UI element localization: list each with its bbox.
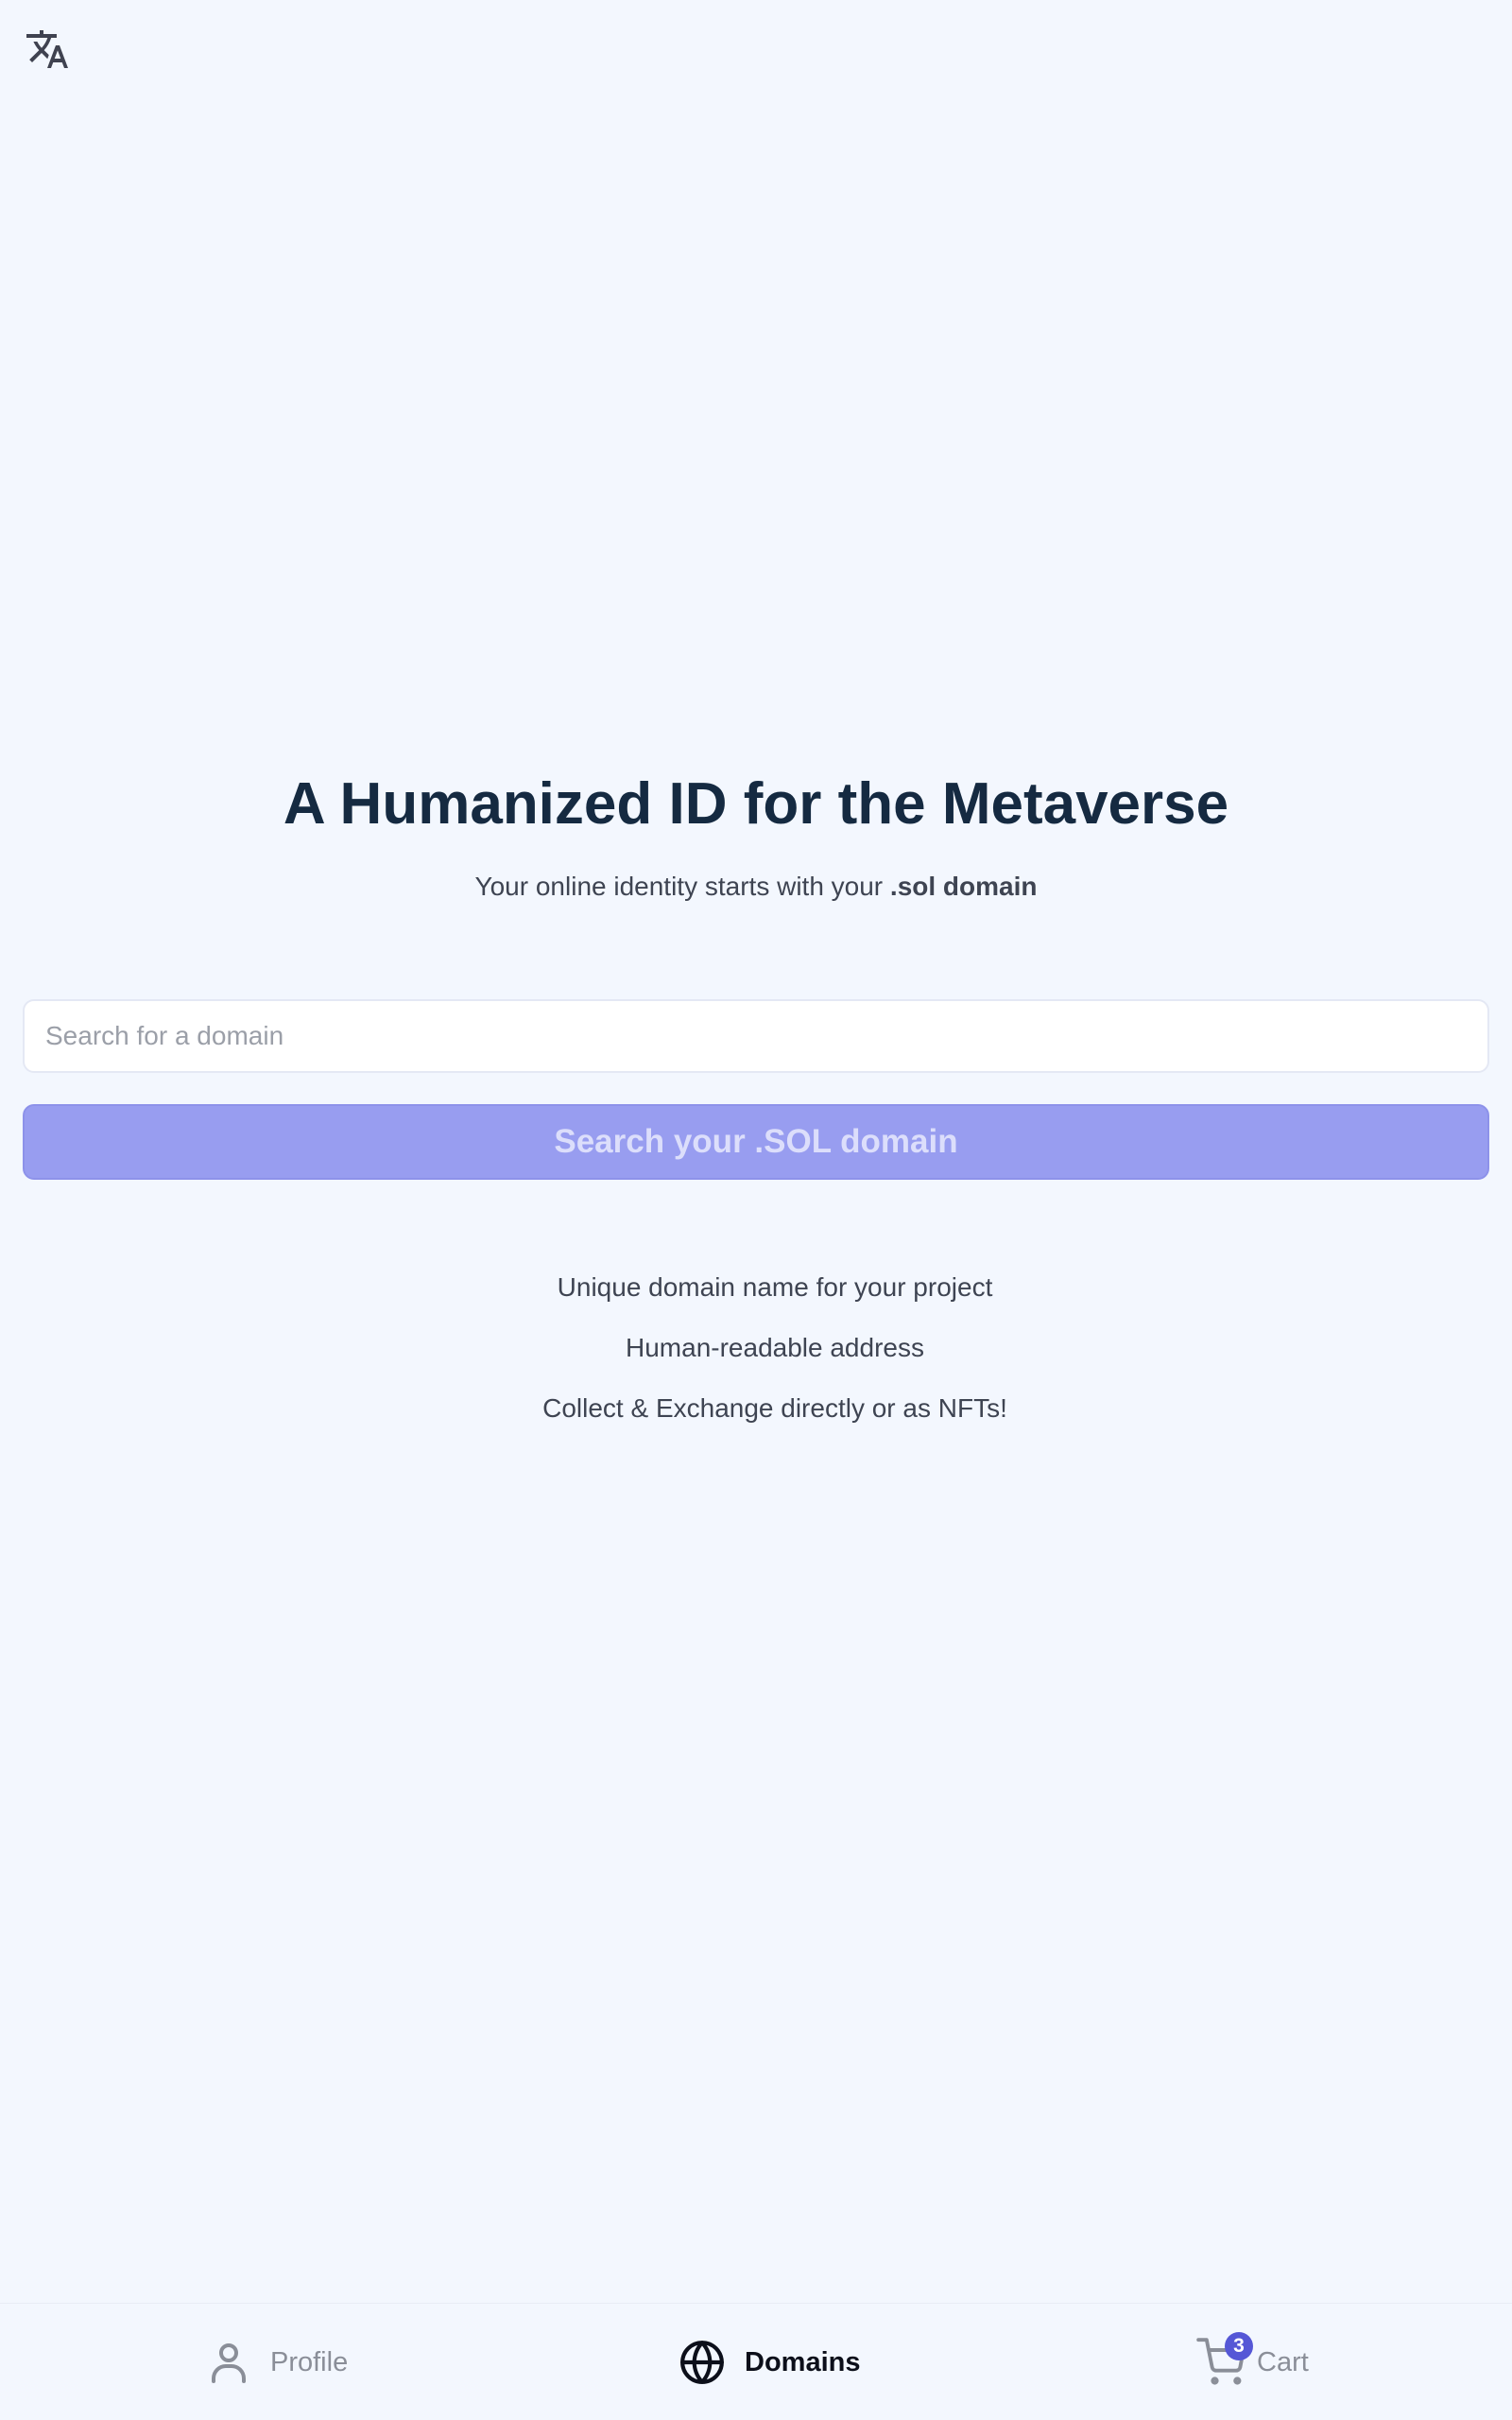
translate-icon: [26, 30, 68, 68]
nav-label-cart: Cart: [1257, 2346, 1309, 2377]
subtitle-text: Your online identity starts with your: [474, 872, 890, 901]
nav-item-domains[interactable]: Domains: [679, 2304, 860, 2420]
hero-subtitle: Your online identity starts with your .s…: [0, 872, 1512, 902]
nav-label-profile: Profile: [270, 2346, 349, 2377]
globe-icon: [679, 2339, 726, 2386]
page-title: A Humanized ID for the Metaverse: [283, 771, 1229, 837]
cart-icon: 3: [1196, 2332, 1253, 2387]
subtitle-highlight: .sol domain: [889, 872, 1038, 901]
user-icon: [206, 2340, 251, 2385]
cart-count-badge: 3: [1225, 2332, 1253, 2360]
domain-search-input[interactable]: [23, 999, 1489, 1073]
nav-item-profile[interactable]: Profile: [206, 2304, 348, 2420]
bottom-navigation: Profile Domains 3 Cart: [0, 2303, 1512, 2420]
feature-item: Human-readable address: [626, 1333, 924, 1362]
nav-item-cart[interactable]: 3 Cart: [1196, 2304, 1309, 2420]
nav-label-domains: Domains: [745, 2346, 861, 2377]
translate-button[interactable]: [23, 25, 72, 74]
feature-item: Collect & Exchange directly or as NFTs!: [542, 1393, 1007, 1423]
feature-list: Unique domain name for your project Huma…: [19, 1257, 1512, 1439]
search-domain-button[interactable]: Search your .SOL domain: [23, 1104, 1489, 1180]
page: A Humanized ID for the Metaverse Your on…: [0, 0, 1512, 2420]
feature-item: Unique domain name for your project: [557, 1272, 993, 1302]
hero-section: A Humanized ID for the Metaverse Your on…: [0, 770, 1512, 902]
